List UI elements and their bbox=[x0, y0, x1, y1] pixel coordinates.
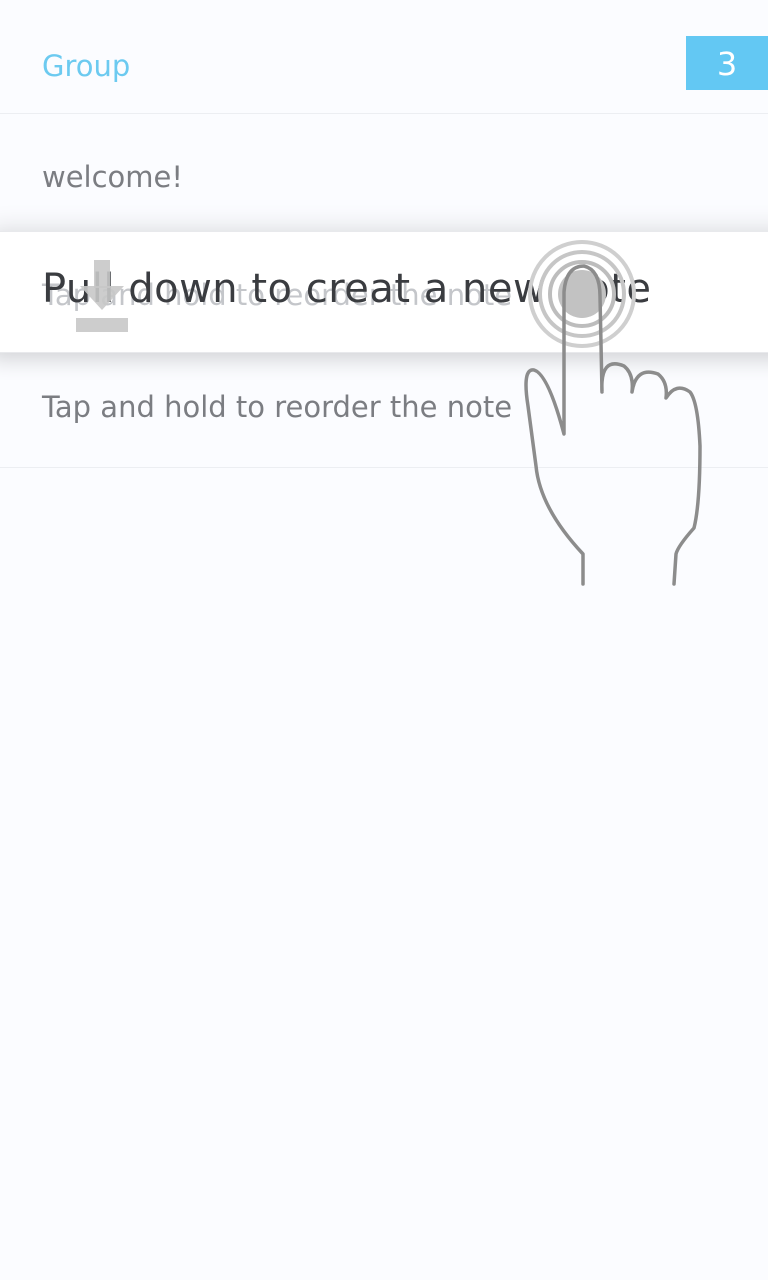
notes-screen: Group 3 welcome! Tap and hold to reorder… bbox=[0, 0, 768, 1280]
header-bar: Group 3 bbox=[0, 0, 768, 114]
download-arrow-icon bbox=[76, 260, 128, 332]
note-title: welcome! bbox=[42, 160, 184, 194]
group-title[interactable]: Group bbox=[42, 46, 130, 86]
note-count-badge[interactable]: 3 bbox=[686, 36, 768, 90]
note-item-welcome[interactable]: welcome! bbox=[0, 114, 768, 230]
note-title: Tap and hold to reorder the note bbox=[42, 390, 513, 424]
hand-gesture-icon bbox=[524, 240, 702, 586]
